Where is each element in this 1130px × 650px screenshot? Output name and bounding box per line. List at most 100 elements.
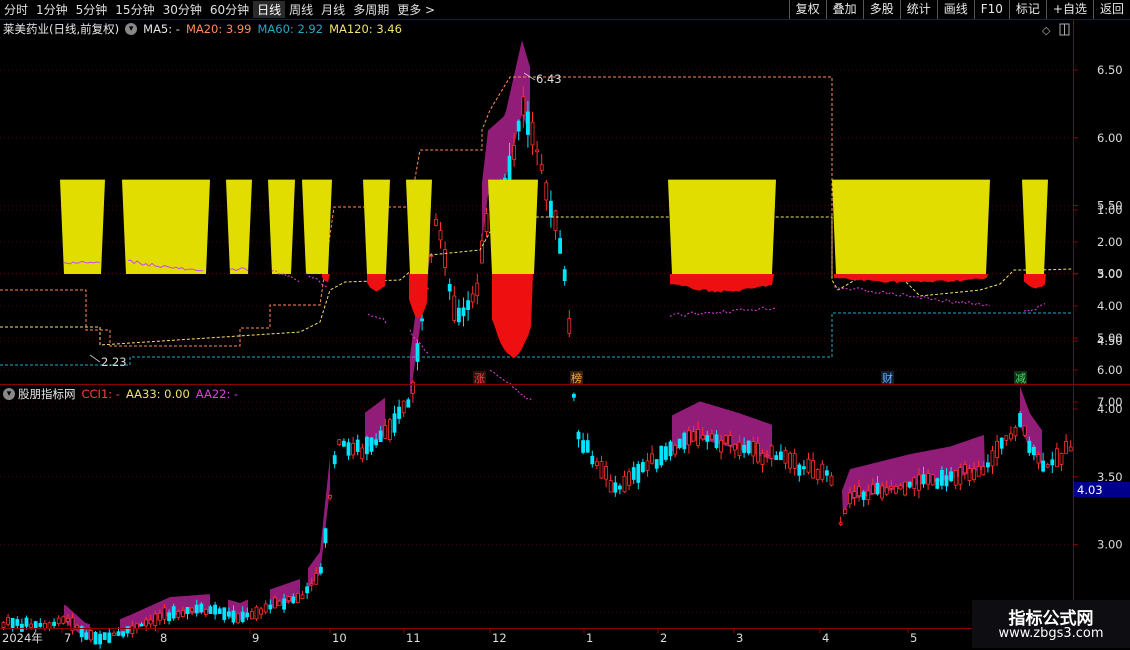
candle-body xyxy=(190,607,195,612)
candle-body xyxy=(134,623,139,629)
candle-body xyxy=(779,451,783,461)
candle-body xyxy=(700,434,705,440)
indicator-tick-label: 3.00 xyxy=(1097,267,1123,281)
candle-body xyxy=(130,625,135,634)
candle-body xyxy=(668,441,673,457)
time-tick-label: 2 xyxy=(660,631,667,645)
candle-body xyxy=(475,282,480,297)
candle-body xyxy=(535,149,539,153)
aa22-line xyxy=(1023,303,1046,313)
candle-body xyxy=(433,218,438,226)
candle-body xyxy=(1022,425,1027,436)
candle-body xyxy=(848,492,852,505)
candle-body xyxy=(328,495,333,499)
candle-body xyxy=(751,441,756,457)
candle-body xyxy=(397,406,402,419)
candle-body xyxy=(1027,440,1032,453)
time-tick-label: 1 xyxy=(586,631,593,645)
candle-body xyxy=(10,617,15,630)
cci-red-area xyxy=(409,274,428,319)
candle-body xyxy=(295,593,300,603)
candle-body xyxy=(898,485,903,490)
candle-body xyxy=(820,463,825,480)
candle-body xyxy=(673,445,677,455)
candle-body xyxy=(843,508,848,515)
candle-body xyxy=(746,440,751,454)
candle-body xyxy=(733,444,737,451)
candle-body xyxy=(608,480,613,493)
candle-body xyxy=(912,477,917,489)
candle-body xyxy=(38,622,43,627)
indicator-tick-label: 6.00 xyxy=(1097,363,1123,377)
candle-body xyxy=(889,486,894,489)
aa33-yellow-block xyxy=(226,179,252,274)
candle-body xyxy=(6,616,10,625)
kline-chart-canvas[interactable]: 6.506.005.505.004.504.003.503.002.507.00… xyxy=(0,0,1130,650)
candle-body xyxy=(613,482,618,493)
time-tick-label: 11 xyxy=(406,631,421,645)
candle-body xyxy=(636,464,641,483)
candle-body xyxy=(576,431,581,440)
candle-body xyxy=(539,164,544,171)
candle-body xyxy=(61,616,66,624)
candle-body xyxy=(456,307,461,323)
candle-body xyxy=(774,455,779,461)
candle-body xyxy=(696,429,700,446)
candle-body xyxy=(1018,413,1022,427)
time-tick-label: 2024年 xyxy=(2,631,43,645)
cci-red-area xyxy=(834,274,988,284)
aa33-yellow-block xyxy=(406,179,432,274)
candle-body xyxy=(590,455,595,465)
candle-body xyxy=(627,471,631,486)
candle-body xyxy=(792,453,797,469)
candle-body xyxy=(443,249,448,268)
candle-body xyxy=(15,619,20,626)
indicator-tick-label: 2.00 xyxy=(1097,235,1123,249)
candle-body xyxy=(650,453,654,464)
candle-body xyxy=(259,608,264,615)
candle-body xyxy=(240,611,245,623)
candle-body xyxy=(364,436,369,455)
candle-body xyxy=(383,425,388,439)
indicator-tick-label: 7.00 xyxy=(1097,395,1123,409)
indicator-tick-label: 5.00 xyxy=(1097,331,1123,345)
candle-body xyxy=(907,481,912,488)
ma60-line xyxy=(0,312,1072,366)
time-tick-label: 12 xyxy=(492,631,507,645)
candle-body xyxy=(521,96,526,116)
aa22-line xyxy=(489,370,533,401)
candle-body xyxy=(1004,435,1009,441)
time-tick-label: 8 xyxy=(160,631,167,645)
candle-body xyxy=(1041,460,1045,472)
candle-body xyxy=(286,596,291,601)
candle-body xyxy=(967,468,972,481)
candle-body xyxy=(291,596,296,604)
candle-body xyxy=(507,155,512,182)
candle-body xyxy=(935,478,940,489)
candle-body xyxy=(139,623,144,627)
candle-body xyxy=(89,630,93,641)
candle-body xyxy=(194,604,199,614)
candle-body xyxy=(999,437,1004,449)
candle-body xyxy=(369,437,374,452)
candle-body xyxy=(940,470,944,486)
finance-marker-label: 财 xyxy=(882,371,893,385)
time-tick-label: 7 xyxy=(64,631,71,645)
candle-body xyxy=(148,619,153,625)
candle-body xyxy=(963,464,967,474)
aa33-yellow-block xyxy=(60,179,105,274)
candle-body xyxy=(1045,464,1050,468)
candle-body xyxy=(217,608,222,614)
candle-body xyxy=(236,613,241,624)
diamond-icon[interactable]: ◇ xyxy=(1042,24,1051,37)
candle-body xyxy=(567,318,572,334)
candle-body xyxy=(815,469,820,481)
aa33-yellow-block xyxy=(488,179,538,274)
candle-body xyxy=(691,431,696,442)
candle-body xyxy=(300,594,305,599)
candle-body xyxy=(355,439,360,452)
candle-body xyxy=(157,613,162,621)
candle-body xyxy=(618,485,622,490)
candle-body xyxy=(98,633,102,645)
cci-red-area xyxy=(492,274,533,359)
